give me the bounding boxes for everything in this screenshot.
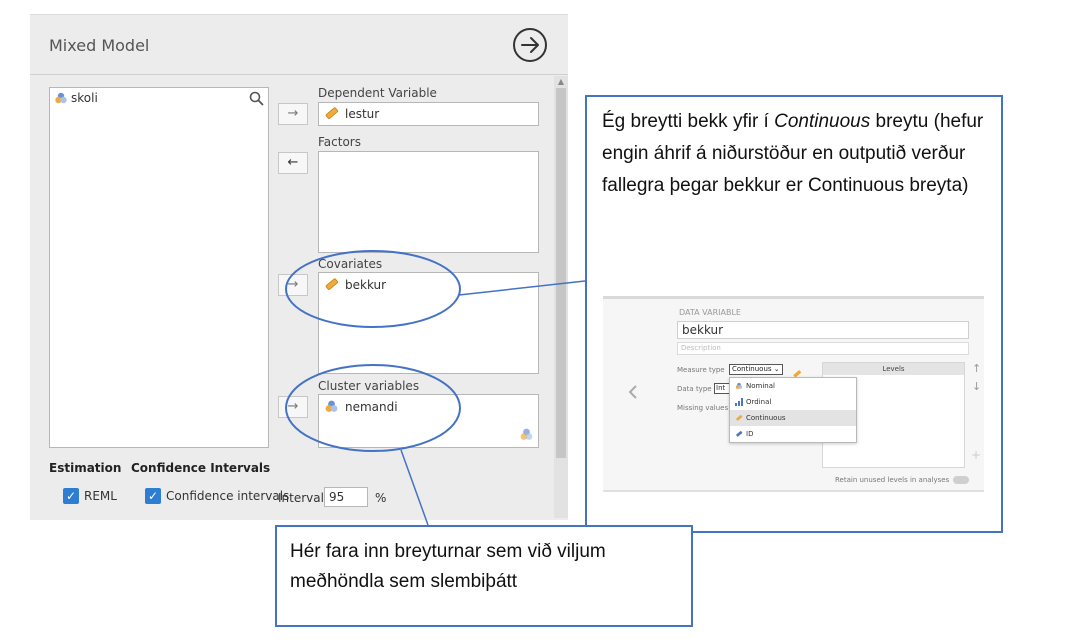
covariates-highlight-ellipse bbox=[285, 250, 461, 328]
cluster-highlight-ellipse bbox=[285, 364, 461, 452]
callout-connector-line bbox=[458, 280, 586, 296]
callout-connector-line bbox=[400, 449, 429, 526]
annotation-overlay bbox=[285, 250, 586, 526]
